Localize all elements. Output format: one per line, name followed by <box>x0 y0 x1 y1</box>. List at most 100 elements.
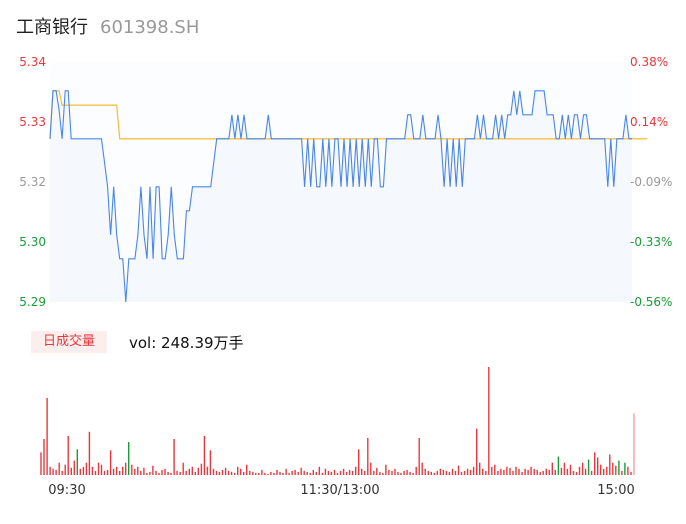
volume-bar <box>233 472 236 475</box>
volume-bar <box>364 470 366 475</box>
volume-bar <box>379 471 381 475</box>
volume-bar <box>182 462 184 475</box>
volume-bar <box>191 466 193 475</box>
volume-bar <box>612 462 614 475</box>
volume-bar <box>125 462 127 475</box>
volume-bar <box>557 456 560 475</box>
volume-bar <box>466 468 469 475</box>
volume-bar <box>143 467 145 475</box>
volume-bar <box>391 470 393 475</box>
volume-bar <box>321 472 324 475</box>
volume-bar <box>430 471 432 475</box>
y-right-tick-1: 0.14% <box>630 115 668 129</box>
volume-bar <box>303 470 305 475</box>
volume-bar <box>494 464 496 475</box>
volume-bar <box>164 468 166 475</box>
volume-bar <box>170 472 172 475</box>
volume-bar <box>109 450 112 475</box>
volume-bar <box>270 471 272 475</box>
volume-bar <box>324 468 327 475</box>
volume-bar <box>206 466 209 475</box>
volume-bars <box>40 367 635 475</box>
volume-bar <box>545 468 547 475</box>
volume-bar <box>197 467 199 475</box>
volume-bar <box>312 469 314 475</box>
volume-bar <box>627 466 629 475</box>
volume-bar <box>512 470 514 475</box>
volume-bar <box>115 466 118 475</box>
volume-bar <box>581 462 584 475</box>
volume-bar <box>240 468 242 475</box>
volume-bar <box>46 397 48 475</box>
volume-bar <box>421 462 423 475</box>
volume-bar <box>212 468 215 475</box>
volume-bar <box>218 471 221 475</box>
volume-bar <box>485 470 487 475</box>
volume-bar <box>88 431 91 475</box>
volume-bar <box>336 472 339 475</box>
volume-bar <box>388 469 390 475</box>
volume-bar <box>112 468 115 475</box>
volume-bar <box>306 471 308 475</box>
volume-bar <box>140 470 142 475</box>
volume-bar <box>167 471 169 475</box>
volume-bar <box>618 460 620 475</box>
volume-bar <box>524 468 526 475</box>
volume-bar <box>590 470 593 475</box>
volume-bar <box>597 457 599 475</box>
volume-bar <box>563 462 566 475</box>
volume-bar <box>94 470 97 475</box>
volume-bar <box>288 472 290 475</box>
volume-bar <box>318 466 320 475</box>
volume-bar <box>355 466 357 475</box>
volume-bar <box>97 462 100 475</box>
volume-bar <box>209 450 212 475</box>
y-right-tick-3: -0.33% <box>630 235 672 249</box>
volume-bar <box>252 471 254 475</box>
volume-bar <box>131 464 133 475</box>
volume-bar <box>460 471 463 475</box>
volume-bar <box>518 468 520 475</box>
volume-bar <box>215 470 218 475</box>
volume-bar <box>442 469 445 475</box>
volume-bar <box>291 470 293 475</box>
volume-bar <box>506 466 508 475</box>
volume-value: vol: 248.39万手 <box>129 334 244 352</box>
volume-bar <box>606 466 608 475</box>
volume-bar <box>119 470 121 475</box>
volume-bar <box>406 469 408 475</box>
volume-bar <box>424 468 426 475</box>
volume-bar <box>600 464 602 475</box>
volume-bar <box>488 367 490 475</box>
volume-bar <box>261 469 263 475</box>
volume-bar <box>224 467 227 475</box>
volume-bar <box>255 472 257 475</box>
volume-bar <box>52 468 54 475</box>
volume-bar <box>134 468 136 475</box>
volume-bar <box>436 470 438 475</box>
volume-bar <box>282 472 284 475</box>
volume-bar <box>584 468 587 475</box>
volume-bar <box>469 469 472 475</box>
volume-bar <box>394 468 396 475</box>
volume-bar <box>542 470 544 475</box>
volume-bar <box>351 470 354 475</box>
volume-bar <box>73 460 75 475</box>
daily-volume-tab[interactable]: 日成交量 <box>31 331 108 353</box>
volume-bar <box>358 449 360 475</box>
volume-bar <box>412 472 414 475</box>
volume-bar <box>158 472 160 475</box>
volume-bar <box>58 462 60 475</box>
volume-bar <box>367 438 369 475</box>
volume-bar <box>457 465 460 475</box>
volume-bar <box>397 471 399 475</box>
volume-bar <box>578 466 581 475</box>
volume-bar <box>497 470 499 475</box>
volume-bar <box>237 466 239 475</box>
volume-bar <box>279 471 281 475</box>
volume-bar <box>433 472 435 475</box>
volume-bar <box>451 468 454 475</box>
volume-bar <box>445 470 448 475</box>
y-right-tick-4: -0.56% <box>630 295 672 309</box>
volume-bar <box>128 442 130 475</box>
